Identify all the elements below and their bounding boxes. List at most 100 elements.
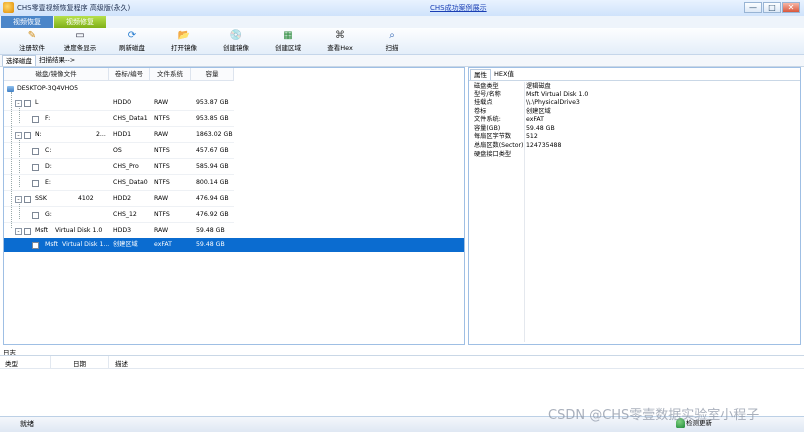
partition-label: 创建区域 xyxy=(113,241,138,248)
row-checkbox[interactable] xyxy=(32,180,39,187)
disk-name[interactable]: N: xyxy=(35,128,42,142)
create-image-button[interactable]: 💿 创建镜像 xyxy=(212,30,260,53)
row-checkbox[interactable] xyxy=(32,212,39,219)
row-divider xyxy=(4,158,234,159)
disk-name-extra: 4102 xyxy=(78,195,94,202)
column-header-capacity[interactable]: 容量 xyxy=(191,68,234,80)
app-icon xyxy=(3,2,14,13)
disk-label: HDD1 xyxy=(113,131,132,138)
scan-icon: ⌕ xyxy=(389,30,395,41)
row-checkbox[interactable] xyxy=(32,148,39,155)
row-divider xyxy=(4,222,234,223)
partition-label: CHS_Pro xyxy=(113,163,139,170)
minimize-button[interactable]: — xyxy=(744,2,762,13)
expand-toggle[interactable]: - xyxy=(15,100,22,107)
row-checkbox[interactable] xyxy=(32,116,39,123)
row-checkbox[interactable] xyxy=(24,132,31,139)
tab-video-repair[interactable]: 视频修复 xyxy=(54,16,106,28)
partition-filesystem: exFAT xyxy=(154,241,172,248)
expand-toggle[interactable]: - xyxy=(15,196,22,203)
partition-capacity: 953.85 GB xyxy=(196,115,229,122)
partition-name[interactable]: E: xyxy=(45,176,51,190)
tree-connector xyxy=(19,140,20,187)
property-name: 文件系统: xyxy=(474,116,501,123)
disk-capacity: 953.87 GB xyxy=(196,99,229,106)
property-value: Msft Virtual Disk 1.0 xyxy=(526,91,589,98)
tab-properties[interactable]: 属性 xyxy=(470,69,491,80)
register-button[interactable]: ✎ 注册软件 xyxy=(8,30,56,53)
disk-filesystem: RAW xyxy=(154,131,169,138)
disk-name-extra: Virtual Disk 1.0 xyxy=(55,227,103,234)
partition-name[interactable]: F: xyxy=(45,112,50,126)
open-image-button[interactable]: 📂 打开镜像 xyxy=(160,30,208,53)
partition-label: OS xyxy=(113,147,122,154)
partition-name[interactable]: C: xyxy=(45,144,51,158)
log-column-divider xyxy=(50,356,51,368)
tab-video-recovery[interactable]: 视频恢复 xyxy=(1,16,53,28)
property-name: 容量(GB) xyxy=(474,125,501,132)
progress-icon: ▭ xyxy=(75,30,85,41)
row-checkbox[interactable] xyxy=(24,228,31,235)
partition-name[interactable]: G: xyxy=(45,208,52,222)
property-name: 总扇区数(Sector) xyxy=(474,142,524,149)
disk-capacity: 476.94 GB xyxy=(196,195,229,202)
property-value: 创建区域 xyxy=(526,108,551,115)
tree-connector xyxy=(19,204,20,219)
progress-display-button[interactable]: ▭ 进度条显示 xyxy=(56,30,104,53)
row-checkbox[interactable] xyxy=(24,196,31,203)
partition-label: CHS_Data0 xyxy=(113,179,148,186)
property-name: 挂载点 xyxy=(474,99,493,106)
properties-divider xyxy=(469,80,800,81)
column-header-filesystem[interactable]: 文件系统 xyxy=(150,68,191,80)
tab-hex-value[interactable]: HEX值 xyxy=(491,69,517,79)
refresh-disk-button[interactable]: ⟳ 刷新磁盘 xyxy=(108,30,156,53)
column-header-disk[interactable]: 磁盘/镜像文件 xyxy=(4,68,109,80)
disk-name[interactable]: Msft xyxy=(35,224,48,238)
row-divider xyxy=(4,206,234,207)
row-checkbox[interactable] xyxy=(32,242,39,249)
log-column-description[interactable]: 描述 xyxy=(115,358,128,368)
disk-label: HDD3 xyxy=(113,227,132,234)
region-icon: ▦ xyxy=(283,30,293,41)
properties-panel xyxy=(468,67,801,345)
property-value: 逻辑磁盘 xyxy=(526,83,551,90)
row-checkbox[interactable] xyxy=(32,164,39,171)
disk-name-extra: 2... xyxy=(96,131,106,138)
disk-name[interactable]: L xyxy=(35,96,38,110)
log-column-type[interactable]: 类型 xyxy=(5,358,18,368)
folder-icon: 📂 xyxy=(177,30,191,41)
partition-name[interactable]: D: xyxy=(45,160,52,174)
log-column-date[interactable]: 日期 xyxy=(73,358,86,368)
property-value: exFAT xyxy=(526,116,544,123)
refresh-icon: ⟳ xyxy=(127,30,137,41)
row-divider xyxy=(4,110,234,111)
partition-label: CHS_12 xyxy=(113,211,137,218)
property-value: 124735488 xyxy=(526,142,562,149)
watermark: CSDN @CHS零壹数据实验室小程子 xyxy=(548,408,760,423)
disk-filesystem: RAW xyxy=(154,99,169,106)
expand-toggle[interactable]: - xyxy=(15,132,22,139)
column-header-label[interactable]: 卷标/编号 xyxy=(109,68,150,80)
row-divider xyxy=(4,142,234,143)
success-cases-link[interactable]: CHS成功案例展示 xyxy=(430,3,487,13)
maximize-button[interactable]: □ xyxy=(763,2,781,13)
tree-connector xyxy=(19,108,20,123)
tab-scan-results[interactable]: 扫描结果--> xyxy=(36,55,78,66)
row-checkbox[interactable] xyxy=(24,100,31,107)
status-text: 就绪 xyxy=(20,420,34,428)
disk-filesystem: RAW xyxy=(154,227,169,234)
partition-capacity: 457.67 GB xyxy=(196,147,229,154)
create-region-button[interactable]: ▦ 创建区域 xyxy=(264,30,312,53)
partition-filesystem: NTFS xyxy=(154,147,170,154)
property-name: 磁盘类型 xyxy=(474,83,499,90)
close-button[interactable]: ✕ xyxy=(782,2,800,13)
tab-select-disk[interactable]: 选择磁盘 xyxy=(2,55,36,66)
partition-label: CHS_Data1 xyxy=(113,115,148,122)
expand-toggle[interactable]: - xyxy=(15,228,22,235)
view-hex-button[interactable]: ⌘ 查看Hex xyxy=(316,30,364,53)
disk-name[interactable]: SSK xyxy=(35,192,47,206)
partition-name[interactable]: Msft xyxy=(45,238,58,252)
tree-root[interactable]: DESKTOP-3Q4VHO5 xyxy=(17,82,78,96)
tree-connector xyxy=(11,92,12,228)
scan-button[interactable]: ⌕ 扫描 xyxy=(368,30,416,53)
